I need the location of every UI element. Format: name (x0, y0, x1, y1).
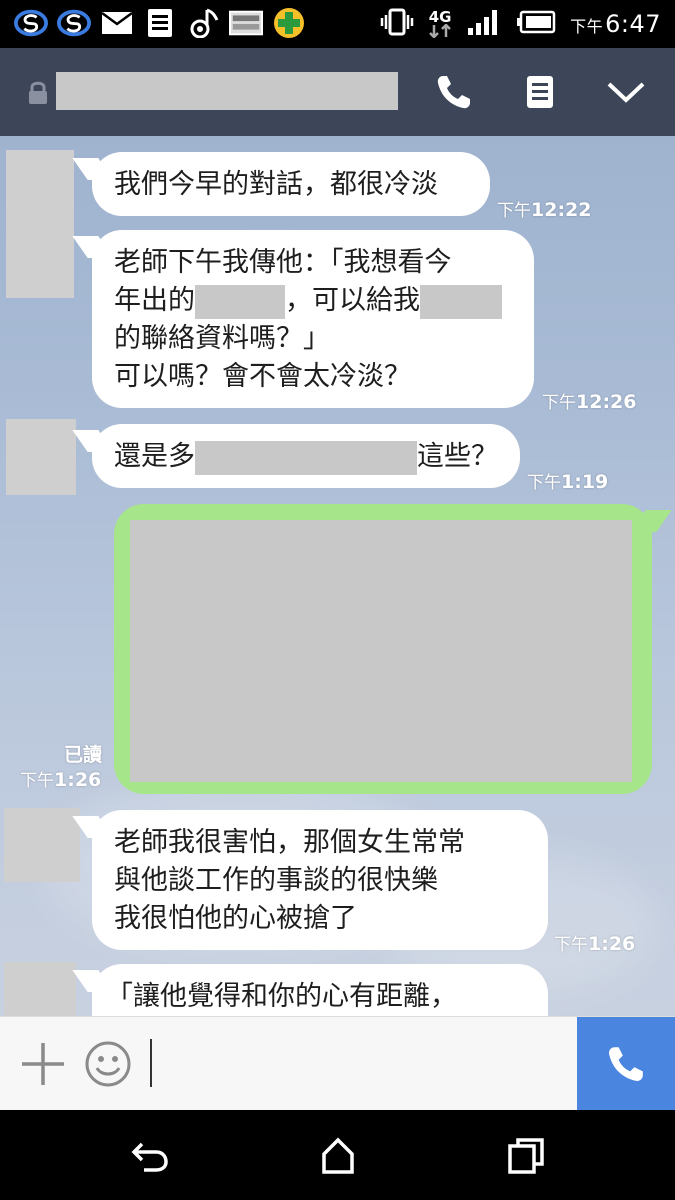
mail-icon (100, 8, 134, 38)
notes-icon (143, 8, 177, 38)
message-time: 下午12:22 (497, 199, 592, 221)
emoji-icon[interactable] (84, 1040, 132, 1088)
phone-icon[interactable] (432, 70, 476, 114)
chat-messages[interactable]: 我們今早的對話，都很冷淡 下午12:22 老師下午我傳他：「我想看今 年出的 ，可… (0, 136, 675, 1016)
status-time: 下午6:47 (570, 10, 661, 38)
vibrate-icon (380, 7, 414, 41)
menu-icon[interactable] (518, 70, 562, 114)
message-text-line: 年出的 ，可以給我 (114, 282, 512, 320)
plus-app-icon (272, 8, 306, 38)
s-app-icon (14, 8, 48, 38)
message-time: 下午1:26 (20, 769, 102, 791)
redacted-text (195, 284, 285, 319)
signal-icon (466, 8, 502, 40)
recents-icon[interactable] (504, 1134, 548, 1178)
message-text: 老師下午我傳他：「我想看今 (114, 247, 452, 278)
message-text: 我們今早的對話，都很冷淡 (114, 169, 438, 200)
read-receipt: 已讀 (64, 744, 103, 766)
s-app-icon (57, 8, 91, 38)
chevron-down-icon[interactable] (604, 70, 648, 114)
back-icon[interactable] (128, 1134, 172, 1178)
message-time: 下午12:26 (542, 391, 637, 413)
message-bubble[interactable]: 老師下午我傳他：「我想看今 年出的 ，可以給我 的聯絡資料嗎？」 可以嗎？會不會太… (92, 230, 534, 408)
battery-icon (516, 10, 556, 38)
avatar[interactable] (6, 419, 76, 495)
message-text: 老師我很害怕，那個女生常常 (114, 827, 465, 858)
chat-title-redacted (56, 72, 398, 110)
message-bubble[interactable]: 還是多 這些？ (92, 424, 520, 488)
text-caret (150, 1039, 152, 1087)
avatar[interactable] (6, 150, 74, 298)
message-text: 這些？ (417, 441, 498, 472)
message-bubble[interactable]: 「讓他覺得和你的心有距離， (92, 964, 548, 1016)
redacted-text (420, 284, 502, 319)
system-nav-bar (0, 1110, 675, 1200)
message-text: 與他談工作的事談的很快樂 (114, 865, 438, 896)
status-bar: 4G 下午6:47 (0, 0, 675, 48)
lock-icon (28, 80, 48, 104)
chat-header (0, 48, 675, 136)
message-bubble[interactable]: 老師我很害怕，那個女生常常 與他談工作的事談的很快樂 我很怕他的心被搶了 (92, 810, 548, 950)
message-text: 我很怕他的心被搶了 (114, 903, 357, 934)
image-icon (229, 8, 263, 38)
outgoing-message-bubble[interactable] (114, 504, 652, 794)
message-input[interactable] (148, 1035, 568, 1093)
redacted-content (130, 520, 632, 782)
plus-icon[interactable] (20, 1041, 66, 1087)
redacted-text (195, 440, 417, 475)
4g-icon: 4G (428, 10, 452, 38)
phone-icon[interactable] (577, 1017, 675, 1111)
message-bubble[interactable]: 我們今早的對話，都很冷淡 (92, 152, 490, 216)
music-icon (186, 8, 220, 38)
message-text: 還是多 (114, 441, 195, 472)
message-text: 可以嗎？會不會太冷淡？ (114, 361, 411, 392)
message-text: 的聯絡資料嗎？」 (114, 323, 330, 354)
avatar[interactable] (4, 808, 80, 882)
avatar[interactable] (4, 962, 76, 1016)
message-text: 「讓他覺得和你的心有距離， (106, 981, 457, 1012)
message-time: 下午1:26 (554, 933, 636, 955)
message-input-bar (0, 1016, 675, 1111)
message-time: 下午1:19 (527, 471, 609, 493)
home-icon[interactable] (316, 1134, 360, 1178)
